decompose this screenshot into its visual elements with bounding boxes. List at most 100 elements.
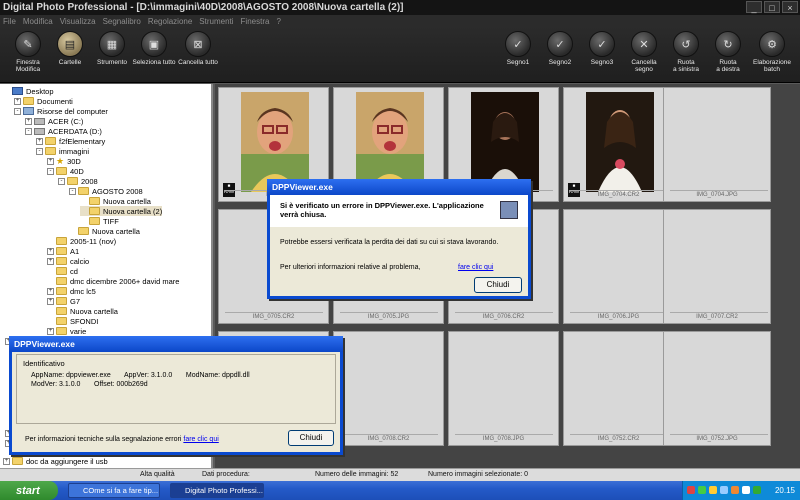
batch-process-button[interactable]: ⚙ Elaborazione batch — [748, 31, 796, 83]
error-close-button[interactable]: Chiudi — [474, 277, 522, 293]
clear-mark-button[interactable]: ✕ Cancella segno — [620, 31, 668, 83]
expand-icon[interactable]: + — [47, 287, 54, 295]
check-mark-2-icon: ✓ — [547, 31, 573, 57]
taskbar-item-dpp[interactable]: Digital Photo Professi... — [170, 483, 264, 498]
tree-item-label: 40D — [70, 166, 84, 176]
menu-item-finestra[interactable]: Finestra — [241, 17, 270, 26]
tree-item[interactable]: + f2fElementary — [36, 136, 105, 146]
collapse-icon[interactable]: - — [14, 107, 21, 115]
menu-item-regolazione[interactable]: Regolazione — [148, 17, 192, 26]
tech-info-label: Per informazioni tecniche sulla segnalaz… — [25, 436, 182, 443]
thumbnail[interactable]: IMG_0708.CR2 — [333, 331, 444, 446]
thumbnail-filename: IMG_0706.JPG — [597, 314, 640, 320]
expand-icon[interactable]: + — [47, 157, 54, 165]
thumbnail[interactable]: IMG_0704.JPG — [663, 87, 771, 202]
thumbnail[interactable]: IMG_0706.JPG — [563, 209, 674, 324]
start-button[interactable]: start — [0, 481, 58, 500]
collapse-icon[interactable]: - — [25, 127, 32, 135]
menu-item-segnalibro[interactable]: Segnalibro — [103, 17, 141, 26]
menu-item-file[interactable]: File — [3, 17, 16, 26]
tree-item[interactable]: SFONDI — [47, 316, 98, 326]
tree-item[interactable]: TIFF — [80, 216, 119, 226]
tray-icon[interactable] — [687, 486, 695, 494]
tray-icon[interactable] — [731, 486, 739, 494]
check-mark-1-button[interactable]: ✓ Segno1 — [494, 31, 542, 83]
quality-status: Alta qualità — [140, 471, 175, 478]
thumbnail[interactable]: IMG_0752.CR2 — [563, 331, 674, 446]
clear-all-button[interactable]: ⊠ Cancella tutto — [174, 31, 222, 83]
tree-item[interactable]: dmc dicembre 2006+ david mare — [47, 276, 179, 286]
close-button[interactable]: × — [782, 1, 798, 13]
expand-icon[interactable]: + — [14, 97, 21, 105]
tech-info-link[interactable]: fare clic qui — [183, 436, 218, 443]
collapse-icon[interactable]: - — [47, 167, 54, 175]
thumbnail[interactable]: IMG_0708.JPG — [448, 331, 559, 446]
rotate-left-button[interactable]: ↺ Ruota a sinistra — [662, 31, 710, 83]
expand-icon[interactable]: + — [47, 247, 54, 255]
menu-item-help[interactable]: ? — [276, 17, 280, 26]
rotate-right-button[interactable]: ↻ Ruota a destra — [704, 31, 752, 83]
menu-item-strumenti[interactable]: Strumenti — [199, 17, 233, 26]
expand-icon[interactable]: + — [36, 137, 43, 145]
detail-close-button[interactable]: Chiudi — [288, 430, 334, 446]
collapse-icon[interactable]: - — [58, 177, 65, 185]
tree-item[interactable]: - Risorse del computer — [14, 106, 108, 116]
speaker-icon[interactable] — [742, 486, 750, 494]
tree-item[interactable]: + varie — [47, 326, 86, 336]
tree-item[interactable]: Nuova cartella (2) — [80, 206, 163, 216]
tree-item[interactable]: - 40D — [47, 166, 84, 176]
detail-dialog: DPPViewer.exe Identificativo AppName: dp… — [9, 336, 343, 455]
tree-item[interactable]: + ★ 30D — [47, 156, 81, 166]
tray-icon[interactable] — [698, 486, 706, 494]
tree-item[interactable]: + doc da aggiungere il usb — [3, 456, 108, 466]
tool-palette-button[interactable]: ▦ Strumento — [88, 31, 136, 83]
tree-item[interactable]: + Documenti — [14, 96, 73, 106]
thumbnail[interactable]: IMG_0752.JPG — [663, 331, 771, 446]
tree-item[interactable]: Nuova cartella — [80, 196, 151, 206]
tree-item[interactable]: Nuova cartella — [69, 226, 140, 236]
select-all-button[interactable]: ▣ Seleziona tutto — [130, 31, 178, 83]
tree-item[interactable]: - 2008 — [58, 176, 98, 186]
tool-label: Cancella segno — [631, 59, 657, 73]
expand-icon[interactable]: + — [3, 457, 10, 465]
expand-icon[interactable]: + — [47, 257, 54, 265]
edit-window-button[interactable]: ✎ Finestra Modifica — [4, 31, 52, 83]
minimize-button[interactable]: _ — [746, 1, 762, 13]
tree-item[interactable]: + G7 — [47, 296, 80, 306]
tree-item[interactable]: Desktop — [3, 86, 54, 96]
folders-button[interactable]: ▤ Cartelle — [46, 31, 94, 83]
folder-icon — [12, 457, 23, 465]
tree-item[interactable]: Nuova cartella — [47, 306, 118, 316]
expand-icon[interactable]: + — [47, 297, 54, 305]
tree-item[interactable]: + calcio — [47, 256, 89, 266]
tree-item[interactable]: + dmc lc5 — [47, 286, 96, 296]
folder-icon — [56, 277, 67, 285]
tree-item[interactable]: 2005-11 (nov) — [47, 236, 116, 246]
tray-icon[interactable] — [709, 486, 717, 494]
thumbnail[interactable]: IMG_0707.CR2 — [663, 209, 771, 324]
tree-item[interactable]: - AGOSTO 2008 — [69, 186, 143, 196]
tree-item[interactable]: cd — [47, 266, 78, 276]
check-mark-3-button[interactable]: ✓ Segno3 — [578, 31, 626, 83]
tree-item[interactable]: + ACER (C:) — [25, 116, 83, 126]
tree-item[interactable]: + A1 — [47, 246, 79, 256]
more-info-link[interactable]: fare clic qui — [458, 264, 493, 271]
network-icon[interactable] — [753, 486, 761, 494]
module-info-line: ModVer: 3.1.0.0 Offset: 000b269d — [31, 381, 148, 388]
tree-item[interactable]: - ACERDATA (D:) — [25, 126, 102, 136]
caption-divider — [455, 312, 553, 313]
expand-icon[interactable]: + — [25, 117, 32, 125]
menu-item-visualizza[interactable]: Visualizza — [60, 17, 96, 26]
thumbnail-filename: IMG_0704.JPG — [696, 192, 738, 198]
maximize-button[interactable]: □ — [764, 1, 780, 13]
tray-icon[interactable] — [720, 486, 728, 494]
collapse-icon[interactable]: - — [69, 187, 76, 195]
taskbar-item-browser[interactable]: COme si fa a fare tip... — [68, 483, 160, 498]
check-mark-2-button[interactable]: ✓ Segno2 — [536, 31, 584, 83]
tree-item[interactable]: - immagini — [36, 146, 89, 156]
expand-icon[interactable]: + — [47, 327, 54, 335]
thumbnail[interactable]: ■ RAW IMG_0704.CR2 — [563, 87, 674, 202]
menu-item-modifica[interactable]: Modifica — [23, 17, 53, 26]
status-bar: Alta qualità Dati procedura: Numero dell… — [0, 468, 800, 481]
collapse-icon[interactable]: - — [36, 147, 43, 155]
